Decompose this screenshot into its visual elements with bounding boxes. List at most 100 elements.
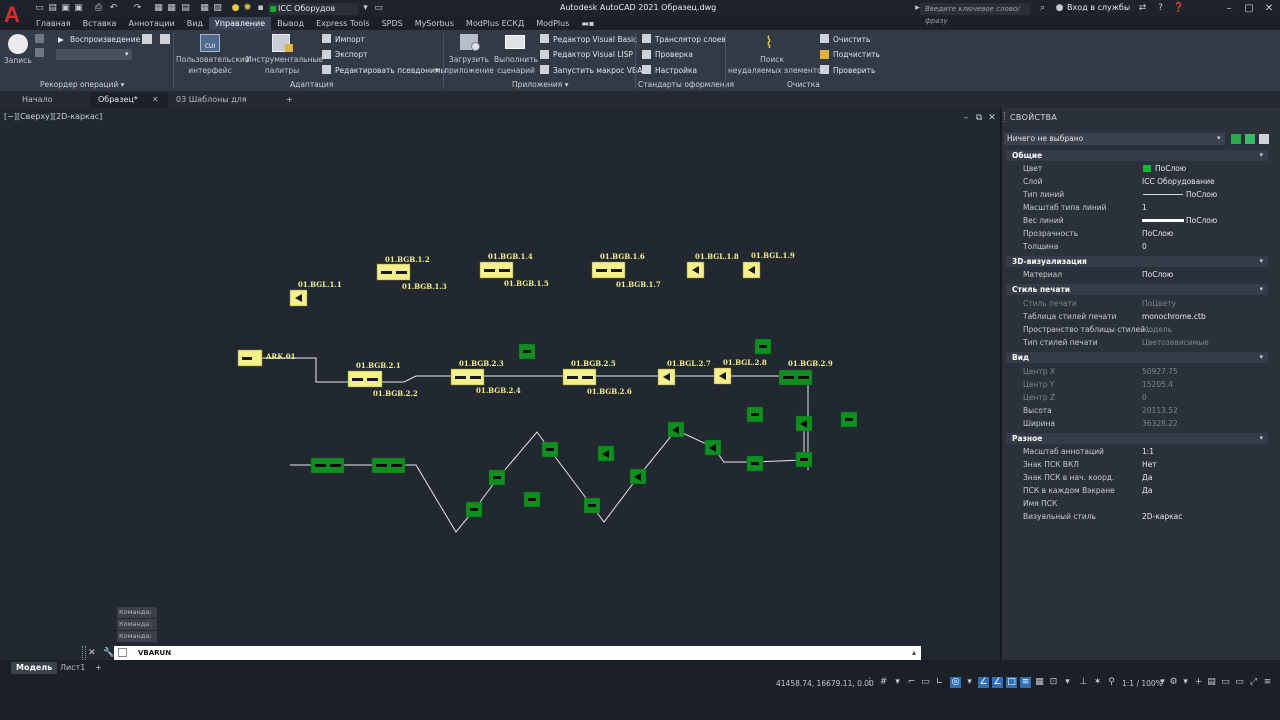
export-button[interactable]: Экспорт	[335, 50, 368, 59]
layer-combo[interactable]: ICC Оборудов	[268, 3, 358, 15]
prop-row-center-z[interactable]: Центр Z 0	[1006, 391, 1268, 404]
collapse-icon[interactable]: ▾	[1259, 352, 1263, 363]
lock-icon[interactable]: ▪	[255, 3, 266, 14]
close-icon[interactable]: ✕	[1262, 2, 1276, 15]
prop-row-plot-space[interactable]: Пространство таблицы стилей... Модель	[1006, 323, 1268, 336]
overkill-icon[interactable]	[820, 50, 829, 59]
lisp-editor-button[interactable]: Редактор Visual LISP	[553, 50, 633, 59]
prop-row-color[interactable]: Цвет ПоСлою	[1006, 162, 1268, 175]
clean-screen-icon[interactable]: ⤢	[1248, 677, 1259, 688]
tab-home[interactable]: Главная	[30, 17, 77, 30]
tool-palettes-label-2[interactable]: палитры	[246, 66, 318, 75]
section-view[interactable]: Вид ▾	[1006, 352, 1268, 363]
load-app-label-2[interactable]: приложение	[444, 66, 494, 75]
exchange-icon[interactable]: ⇄	[1137, 3, 1148, 14]
sun-icon[interactable]: ✺	[242, 3, 253, 14]
broom-icon[interactable]: ⌇	[765, 33, 777, 53]
edit-aliases-arrow-icon[interactable]: ▾	[435, 66, 439, 74]
layer-translator-icon[interactable]	[642, 34, 651, 43]
rec-panel-title[interactable]: Рекордер операций ▾	[40, 80, 124, 89]
tab-modplus[interactable]: ModPlus	[530, 17, 575, 30]
find-nonpurgeable-label-1[interactable]: Поиск	[740, 55, 804, 64]
quick-select-icon[interactable]	[1259, 134, 1269, 144]
select-objects-icon[interactable]	[1245, 134, 1255, 144]
audit-icon[interactable]	[820, 65, 829, 74]
record-label[interactable]: Запись	[4, 56, 32, 65]
autocad-logo-icon[interactable]: A	[4, 2, 24, 28]
collapse-icon[interactable]: ▾	[1259, 284, 1263, 295]
combo-arrow-icon[interactable]: ▾	[360, 3, 371, 14]
collapse-icon[interactable]: ▾	[1259, 150, 1263, 161]
tab-view[interactable]: Вид	[181, 17, 209, 30]
model-space-icon[interactable]: ⋮	[864, 677, 875, 688]
purge-icon[interactable]	[820, 34, 829, 43]
section-misc[interactable]: Разное ▾	[1006, 433, 1268, 444]
prop-row-ucs-name[interactable]: Имя ПСК	[1006, 497, 1268, 510]
run-script-label-2[interactable]: сценарий	[494, 66, 538, 75]
prop-row-layer[interactable]: Слой ICC Оборудование	[1006, 175, 1268, 188]
snap-icon[interactable]: ▾	[892, 677, 903, 688]
prop-row-visual-style[interactable]: Визуальный стиль 2D-каркас	[1006, 510, 1268, 523]
tab-mysorbus[interactable]: MySorbus	[409, 17, 460, 30]
layer-translator-button[interactable]: Транслятор слоев	[655, 35, 726, 44]
audit-button[interactable]: Проверить	[833, 66, 875, 75]
configure-standards-button[interactable]: Настройка	[655, 66, 697, 75]
prop-row-plot-table[interactable]: Таблица стилей печати monochrome.ctb	[1006, 310, 1268, 323]
undo-icon[interactable]: ↶	[108, 3, 119, 14]
rec-insert-icon[interactable]	[160, 34, 170, 44]
tab-toggle-icon[interactable]: ▬▪	[575, 17, 600, 30]
palette-grip-icon[interactable]	[1004, 112, 1007, 122]
selection-select-arrow-icon[interactable]: ▾	[1217, 134, 1221, 142]
edit-aliases-button[interactable]: Редактировать псевдонимы	[335, 66, 446, 75]
prop-row-transparency[interactable]: Прозрачность ПоСлою	[1006, 227, 1268, 240]
command-close-icon[interactable]: ✕	[88, 648, 96, 658]
selection-cycling-icon[interactable]: ⊡	[1048, 677, 1059, 688]
prop-row-plotstyle[interactable]: Стиль печати ПоЦвету	[1006, 297, 1268, 310]
plot-icon[interactable]: ▦	[166, 3, 177, 14]
lineweight-icon[interactable]: ≡	[1020, 677, 1031, 688]
prop-row-ucs-viewport[interactable]: ПСК в каждом Вэкране Да	[1006, 484, 1268, 497]
check-standards-button[interactable]: Проверка	[655, 50, 693, 59]
selection-select[interactable]: Ничего не выбрано	[1004, 133, 1225, 145]
prop-row-material[interactable]: Материал ПоСлою	[1006, 268, 1268, 281]
layer-props-icon[interactable]: ▦	[199, 3, 210, 14]
3d-osnap-icon[interactable]: ▾	[1062, 677, 1073, 688]
run-vba-button[interactable]: Запустить макрос VBA	[553, 66, 642, 75]
transparency-icon[interactable]: ▦	[1034, 677, 1045, 688]
add-layout-icon[interactable]: +	[90, 662, 107, 674]
infer-icon[interactable]: ⌐	[906, 677, 917, 688]
find-nonpurgeable-label-2[interactable]: неудаляемых элементов	[728, 66, 826, 75]
tab-insert[interactable]: Вставка	[77, 17, 123, 30]
apps-panel-title[interactable]: Приложения ▾	[512, 80, 568, 89]
prop-row-width[interactable]: Ширина 36328.22	[1006, 417, 1268, 430]
open-file-icon[interactable]: ▤	[47, 3, 58, 14]
tab-model[interactable]: Модель	[11, 662, 58, 674]
section-general[interactable]: Общие ▾	[1006, 150, 1268, 161]
prop-row-thickness[interactable]: Толщина 0	[1006, 240, 1268, 253]
qa-extra-icon[interactable]: ▭	[373, 3, 384, 14]
workspace-arrow-icon[interactable]: ▾	[1180, 677, 1191, 688]
new-file-icon[interactable]: ▭	[34, 3, 45, 14]
prop-row-plot-type[interactable]: Тип стилей печати Цветозависимые	[1006, 336, 1268, 349]
osnap-icon[interactable]: □	[1006, 677, 1017, 688]
save-as-icon[interactable]: ▣	[73, 3, 84, 14]
share-icon[interactable]: ▦	[153, 3, 164, 14]
import-icon[interactable]	[322, 34, 331, 43]
redo-icon[interactable]: ↷	[132, 3, 143, 14]
minimize-icon[interactable]: –	[1222, 2, 1236, 15]
run-vba-icon[interactable]	[540, 65, 549, 74]
load-app-label-1[interactable]: Загрузить	[446, 55, 492, 64]
tab-spds[interactable]: SPDS	[376, 17, 409, 30]
prop-row-height[interactable]: Высота 20113.52	[1006, 404, 1268, 417]
coordinates-readout[interactable]: 41458.74, 16679.11, 0.00	[776, 679, 874, 688]
isolate-icon[interactable]: ▭	[1234, 677, 1245, 688]
help-question-icon[interactable]: ❓	[1173, 3, 1184, 14]
record-icon[interactable]	[8, 34, 28, 54]
ortho-icon[interactable]: ∟	[934, 677, 945, 688]
section-plotstyle[interactable]: Стиль печати ▾	[1006, 284, 1268, 295]
prop-row-ucs-origin[interactable]: Знак ПСК в нач. коорд. Да	[1006, 471, 1268, 484]
tab-modplus-eskd[interactable]: ModPlus ЕСКД	[460, 17, 530, 30]
edit-aliases-icon[interactable]	[322, 65, 331, 74]
layer-icon[interactable]: ▤	[180, 3, 191, 14]
dynamic-input-icon[interactable]: ▭	[920, 677, 931, 688]
